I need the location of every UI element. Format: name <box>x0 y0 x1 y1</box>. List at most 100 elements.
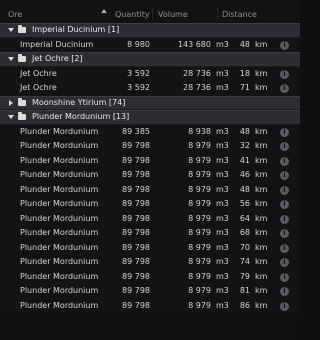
distance-unit: km <box>255 155 268 165</box>
info-icon[interactable]: i <box>280 171 289 180</box>
column-divider[interactable] <box>217 8 218 20</box>
volume-unit: m3 <box>216 39 229 49</box>
info-icon[interactable]: i <box>280 229 289 238</box>
ore-row[interactable]: Plunder Mordunium 89 798 8 979 m3 64 km i <box>0 211 300 226</box>
volume-unit: m3 <box>216 126 229 136</box>
ore-quantity: 89 798 <box>122 228 150 237</box>
ore-distance: 46 <box>239 170 250 179</box>
distance-unit: km <box>255 199 268 208</box>
ore-distance: 79 <box>239 271 250 281</box>
group-row[interactable]: Imperial Ducinium [1] <box>0 23 300 38</box>
ore-volume: 8 979 <box>188 242 211 252</box>
ore-distance: 64 <box>239 213 250 223</box>
info-icon[interactable]: i <box>280 200 289 209</box>
ore-distance: 74 <box>239 257 250 266</box>
info-icon[interactable]: i <box>280 272 289 282</box>
ore-volume: 28 736 <box>183 83 211 92</box>
column-header-ore[interactable]: Ore <box>8 10 22 19</box>
ore-volume: 8 979 <box>188 184 211 194</box>
ore-name: Imperial Ducinium <box>20 39 94 49</box>
ore-quantity: 89 798 <box>122 271 150 281</box>
info-icon[interactable]: i <box>280 127 289 137</box>
ore-row[interactable]: Plunder Mordunium 89 798 8 979 m3 32 km i <box>0 139 300 154</box>
distance-unit: km <box>255 170 268 179</box>
ore-row[interactable]: Imperial Ducinium 8 980 143 680 m3 48 km i <box>0 37 300 52</box>
ore-row[interactable]: Jet Ochre 3 592 28 736 m3 18 km i <box>0 66 300 81</box>
info-icon[interactable]: i <box>280 301 289 311</box>
ore-quantity: 89 798 <box>122 213 150 223</box>
column-header-quantity[interactable]: Quantity <box>115 10 150 19</box>
ore-row[interactable]: Plunder Mordunium 89 798 8 979 m3 46 km i <box>0 168 300 183</box>
volume-unit: m3 <box>216 68 229 78</box>
ore-row[interactable]: Jet Ochre 3 592 28 736 m3 71 km i <box>0 81 300 96</box>
ore-row[interactable]: Plunder Mordunium 89 798 8 979 m3 79 km i <box>0 269 300 284</box>
ore-distance: 18 <box>239 68 250 78</box>
ore-row[interactable]: Plunder Mordunium 89 798 8 979 m3 68 km i <box>0 226 300 241</box>
ore-row[interactable]: Plunder Mordunium 89 385 8 938 m3 48 km i <box>0 124 300 139</box>
ore-row[interactable]: Plunder Mordunium 89 798 8 979 m3 48 km i <box>0 182 300 197</box>
ore-quantity: 89 798 <box>122 141 150 150</box>
info-icon[interactable]: i <box>280 258 289 267</box>
info-icon[interactable]: i <box>280 243 289 253</box>
group-row[interactable]: Jet Ochre [2] <box>0 52 300 67</box>
sort-ascending-icon[interactable] <box>101 9 107 13</box>
chevron-down-icon[interactable] <box>8 28 14 32</box>
ore-volume: 28 736 <box>183 68 211 78</box>
chevron-down-icon[interactable] <box>8 57 14 61</box>
info-icon[interactable]: i <box>280 287 289 296</box>
ore-name: Plunder Mordunium <box>20 242 99 252</box>
ore-row[interactable]: Plunder Mordunium 89 798 8 979 m3 74 km i <box>0 255 300 270</box>
distance-unit: km <box>255 300 268 310</box>
column-header-distance[interactable]: Distance <box>222 10 257 19</box>
volume-unit: m3 <box>216 155 229 165</box>
ore-volume: 8 979 <box>188 228 211 237</box>
ore-quantity: 89 798 <box>122 286 150 295</box>
ore-row[interactable]: Plunder Mordunium 89 798 8 979 m3 70 km i <box>0 240 300 255</box>
info-icon[interactable]: i <box>280 40 289 50</box>
ore-row[interactable]: Plunder Mordunium 89 798 8 979 m3 86 km i <box>0 298 300 313</box>
ore-volume: 8 979 <box>188 286 211 295</box>
ore-distance: 71 <box>239 83 250 92</box>
group-name: Imperial Ducinium [1] <box>32 25 120 34</box>
ore-distance: 86 <box>239 300 250 310</box>
info-icon[interactable]: i <box>280 142 289 151</box>
volume-unit: m3 <box>216 83 229 92</box>
ore-quantity: 89 798 <box>122 199 150 208</box>
distance-unit: km <box>255 242 268 252</box>
ore-row[interactable]: Plunder Mordunium 89 798 8 979 m3 56 km i <box>0 197 300 212</box>
ore-volume: 143 680 <box>177 39 211 49</box>
ore-quantity: 89 385 <box>122 126 150 136</box>
ore-volume: 8 979 <box>188 213 211 223</box>
group-row[interactable]: Plunder Mordunium [13] <box>0 110 300 125</box>
ore-distance: 48 <box>239 126 250 136</box>
ore-volume: 8 979 <box>188 271 211 281</box>
ore-list-panel: Ore Quantity Volume Distance Imperial Du… <box>0 0 300 340</box>
column-header-volume[interactable]: Volume <box>158 10 188 19</box>
ore-volume: 8 979 <box>188 170 211 179</box>
ore-row[interactable]: Plunder Mordunium 89 798 8 979 m3 41 km i <box>0 153 300 168</box>
distance-unit: km <box>255 126 268 136</box>
ore-list: Imperial Ducinium [1] Imperial Ducinium 8 … <box>0 23 300 313</box>
info-icon[interactable]: i <box>280 156 289 166</box>
info-icon[interactable]: i <box>280 185 289 195</box>
info-icon[interactable]: i <box>280 69 289 79</box>
info-icon[interactable]: i <box>280 214 289 224</box>
ore-distance: 70 <box>239 242 250 252</box>
ore-distance: 32 <box>239 141 250 150</box>
ore-volume: 8 938 <box>188 126 211 136</box>
ore-quantity: 89 798 <box>122 184 150 194</box>
chevron-down-icon[interactable] <box>8 115 14 119</box>
folder-icon <box>18 25 26 33</box>
column-divider[interactable] <box>152 8 153 20</box>
volume-unit: m3 <box>216 170 229 179</box>
group-row[interactable]: Moonshine Ytirium [74] <box>0 95 300 110</box>
info-icon[interactable]: i <box>280 84 289 93</box>
distance-unit: km <box>255 83 268 92</box>
volume-unit: m3 <box>216 228 229 237</box>
distance-unit: km <box>255 39 268 49</box>
group-name: Plunder Mordunium [13] <box>32 112 130 121</box>
group-name: Jet Ochre [2] <box>32 54 83 63</box>
chevron-right-icon[interactable] <box>9 99 13 106</box>
ore-row[interactable]: Plunder Mordunium 89 798 8 979 m3 81 km i <box>0 284 300 299</box>
ore-quantity: 89 798 <box>122 300 150 310</box>
